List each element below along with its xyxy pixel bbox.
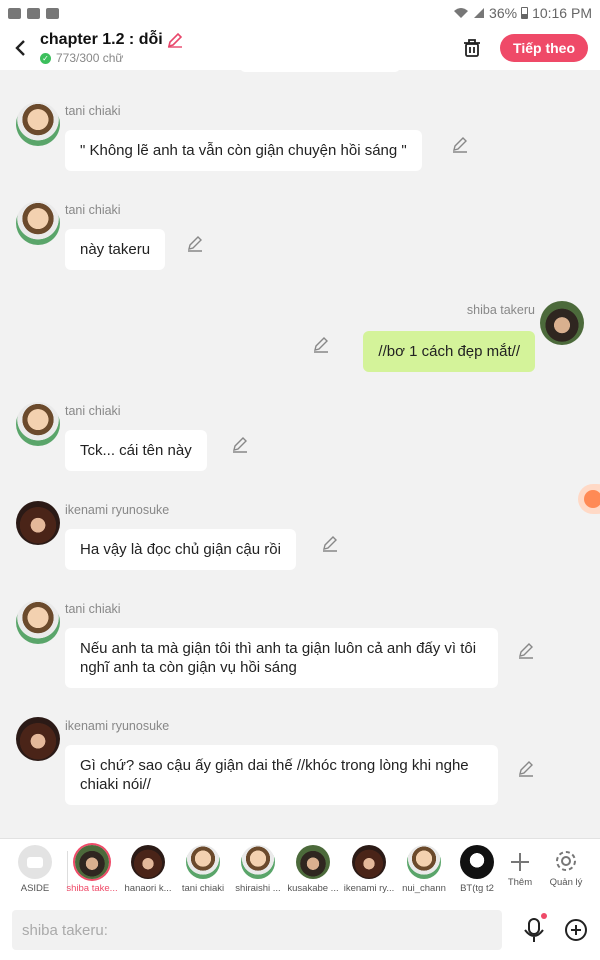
avatar <box>186 845 220 879</box>
chapter-title[interactable]: chapter 1.2 : dỗi <box>40 31 163 49</box>
plus-icon <box>511 853 529 871</box>
wifi-icon <box>454 8 469 18</box>
character-nui[interactable]: nui_chann <box>396 845 452 894</box>
character-tani[interactable]: tani chiaki <box>175 845 231 894</box>
floating-play-button[interactable] <box>578 484 600 514</box>
notification-icons <box>8 7 59 19</box>
message-bubble[interactable]: này takeru <box>65 229 166 270</box>
character-aside[interactable]: ASIDE <box>7 845 63 894</box>
aside-icon <box>18 845 52 879</box>
edit-icon[interactable] <box>186 235 204 253</box>
input-bar <box>0 900 600 960</box>
signal-icon <box>474 8 485 18</box>
avatar[interactable] <box>16 501 60 545</box>
delete-button[interactable] <box>454 30 490 66</box>
message-bubble[interactable]: //bơ 1 cách đẹp mắt// <box>363 331 535 372</box>
play-icon <box>584 490 600 508</box>
character-shiraishi[interactable]: shiraishi ... <box>230 845 286 894</box>
edit-icon[interactable] <box>451 136 469 154</box>
edit-icon[interactable] <box>231 436 249 454</box>
character-shiba[interactable]: shiba take... <box>64 845 120 894</box>
character-name: shiba take... <box>66 883 118 894</box>
sender-name: shiba takeru <box>466 303 535 317</box>
sender-name: ikenami ryunosuke <box>65 503 170 517</box>
chevron-left-icon <box>15 40 25 56</box>
status-bar: 36% 10:16 PM <box>0 0 600 26</box>
character-kusakabe[interactable]: kusakabe ... <box>285 845 341 894</box>
back-button[interactable] <box>0 26 40 70</box>
avatar[interactable] <box>16 717 60 761</box>
avatar[interactable] <box>16 201 60 245</box>
message-bubble[interactable]: Ha vậy là đọc chủ giận cậu rồi <box>65 529 296 570</box>
edit-icon[interactable] <box>517 760 535 778</box>
gear-icon <box>556 851 576 871</box>
battery-percent: 36% <box>489 5 518 21</box>
manage-label: Quản lý <box>549 877 583 888</box>
avatar <box>407 845 441 879</box>
message-bubble[interactable]: Gì chứ? sao cậu ấy giận dai thế //khóc t… <box>65 745 498 805</box>
trash-icon <box>464 39 481 57</box>
sender-name: tani chiaki <box>65 203 121 217</box>
previous-message-bubble <box>240 70 400 72</box>
word-count: 773/300 chữ <box>56 51 124 65</box>
sender-name: tani chiaki <box>65 104 121 118</box>
video-icon <box>27 7 40 19</box>
sender-name: tani chiaki <box>65 404 121 418</box>
avatar <box>241 845 275 879</box>
chat-area[interactable]: tani chiaki " Không lẽ anh ta vẫn còn gi… <box>0 70 600 838</box>
avatar <box>352 845 386 879</box>
character-bar: ASIDE shiba take... hanaori k... tani ch… <box>0 838 600 900</box>
gallery-icon <box>8 7 21 19</box>
recording-dot <box>541 913 547 919</box>
battery-icon <box>521 7 529 19</box>
character-name: ikenami ry... <box>343 883 395 894</box>
avatar <box>131 845 165 879</box>
avatar[interactable] <box>16 102 60 146</box>
clock: 10:16 PM <box>532 5 592 21</box>
character-name: hanaori k... <box>124 883 172 894</box>
character-name: nui_chann <box>402 883 446 894</box>
manage-characters-button[interactable]: Quản lý <box>538 845 594 888</box>
character-name: ASIDE <box>20 883 50 894</box>
message-input[interactable] <box>12 910 502 950</box>
app-notification-icon <box>46 7 59 19</box>
chapter-title-area: chapter 1.2 : dỗi ✓ 773/300 chữ <box>40 31 454 65</box>
character-hanaori[interactable]: hanaori k... <box>120 845 176 894</box>
continue-button[interactable]: Tiếp theo <box>500 34 588 62</box>
sender-name: tani chiaki <box>65 602 121 616</box>
avatar[interactable] <box>540 301 584 345</box>
edit-icon[interactable] <box>517 642 535 660</box>
avatar <box>75 845 109 879</box>
edit-icon[interactable] <box>312 336 330 354</box>
character-name: tani chiaki <box>181 883 225 894</box>
character-ikenami[interactable]: ikenami ry... <box>341 845 397 894</box>
avatar <box>296 845 330 879</box>
message-bubble[interactable]: " Không lẽ anh ta vẫn còn giận chuyện hồ… <box>65 130 422 171</box>
pencil-icon[interactable] <box>167 32 183 48</box>
microphone-icon[interactable] <box>520 916 548 944</box>
sender-name: ikenami ryunosuke <box>65 719 170 733</box>
message-bubble[interactable]: Tck... cái tên này <box>65 430 207 471</box>
character-name: kusakabe ... <box>287 883 339 894</box>
add-circle-icon[interactable] <box>563 917 589 943</box>
edit-icon[interactable] <box>321 535 339 553</box>
avatar[interactable] <box>16 600 60 644</box>
character-name: shiraishi ... <box>235 883 281 894</box>
message-bubble[interactable]: Nếu anh ta mà giận tôi thì anh ta giận l… <box>65 628 498 688</box>
check-icon: ✓ <box>40 52 51 64</box>
system-status: 36% 10:16 PM <box>453 5 592 21</box>
avatar <box>460 845 494 879</box>
top-bar: chapter 1.2 : dỗi ✓ 773/300 chữ Tiếp the… <box>0 26 600 70</box>
avatar[interactable] <box>16 402 60 446</box>
